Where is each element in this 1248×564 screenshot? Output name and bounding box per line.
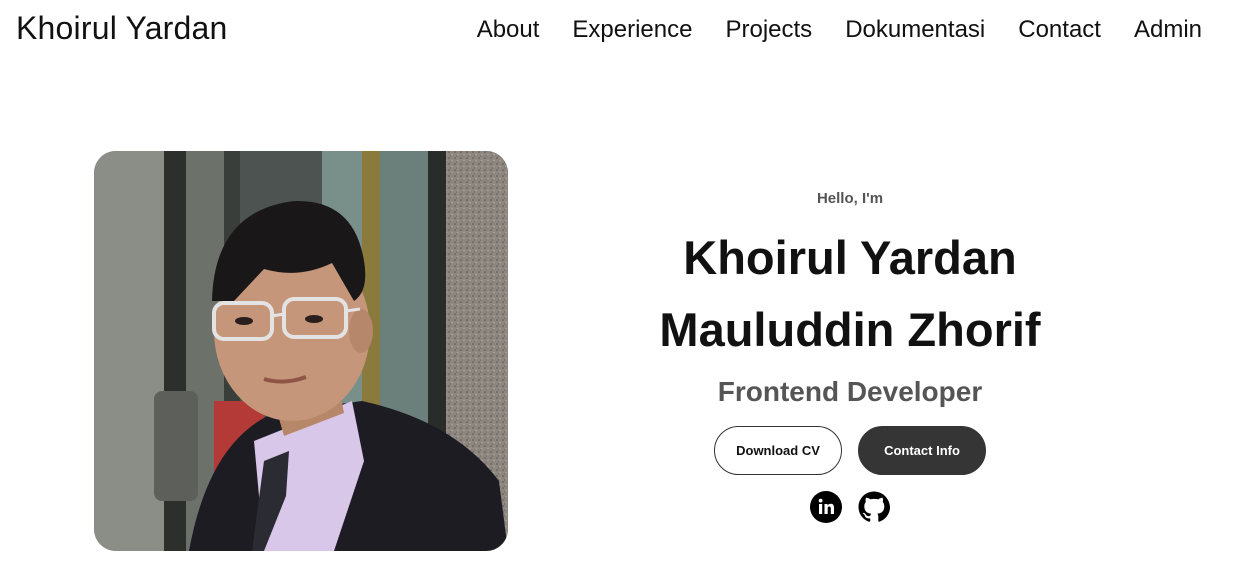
linkedin-icon[interactable] — [810, 491, 842, 523]
nav-links: About Experience Projects Dokumentasi Co… — [477, 16, 1202, 44]
greeting-text: Hello, I'm — [816, 190, 884, 207]
nav-link-dokumentasi[interactable]: Dokumentasi — [845, 16, 985, 43]
nav-link-experience[interactable]: Experience — [572, 16, 692, 43]
social-links — [600, 491, 1100, 523]
nav-item-contact: Contact — [1018, 16, 1101, 44]
nav-link-about[interactable]: About — [477, 16, 540, 43]
hero-name-line2: Mauluddin Zhorif — [659, 303, 1041, 356]
nav-link-contact[interactable]: Contact — [1018, 16, 1101, 43]
nav-item-projects: Projects — [725, 16, 812, 44]
nav-link-projects[interactable]: Projects — [725, 16, 812, 43]
nav-item-dokumentasi: Dokumentasi — [845, 16, 985, 44]
nav-item-about: About — [477, 16, 540, 44]
nav-link-admin[interactable]: Admin — [1134, 16, 1202, 43]
nav-item-admin: Admin — [1134, 16, 1202, 44]
contact-info-button[interactable]: Contact Info — [858, 426, 986, 475]
download-cv-button[interactable]: Download CV — [714, 426, 842, 475]
github-icon[interactable] — [858, 491, 890, 523]
hero-name: Khoirul Yardan Mauluddin Zhorif — [600, 222, 1100, 366]
hero-buttons: Download CV Contact Info — [600, 426, 1100, 475]
hero-name-line1: Khoirul Yardan — [683, 231, 1017, 284]
hero-role: Frontend Developer — [717, 376, 983, 407]
profile-photo — [94, 151, 508, 551]
site-logo[interactable]: Khoirul Yardan — [16, 10, 228, 47]
hero-text: Hello, I'm Khoirul Yardan Mauluddin Zhor… — [600, 190, 1100, 523]
navbar: Khoirul Yardan About Experience Projects… — [0, 0, 1248, 64]
nav-item-experience: Experience — [572, 16, 692, 44]
